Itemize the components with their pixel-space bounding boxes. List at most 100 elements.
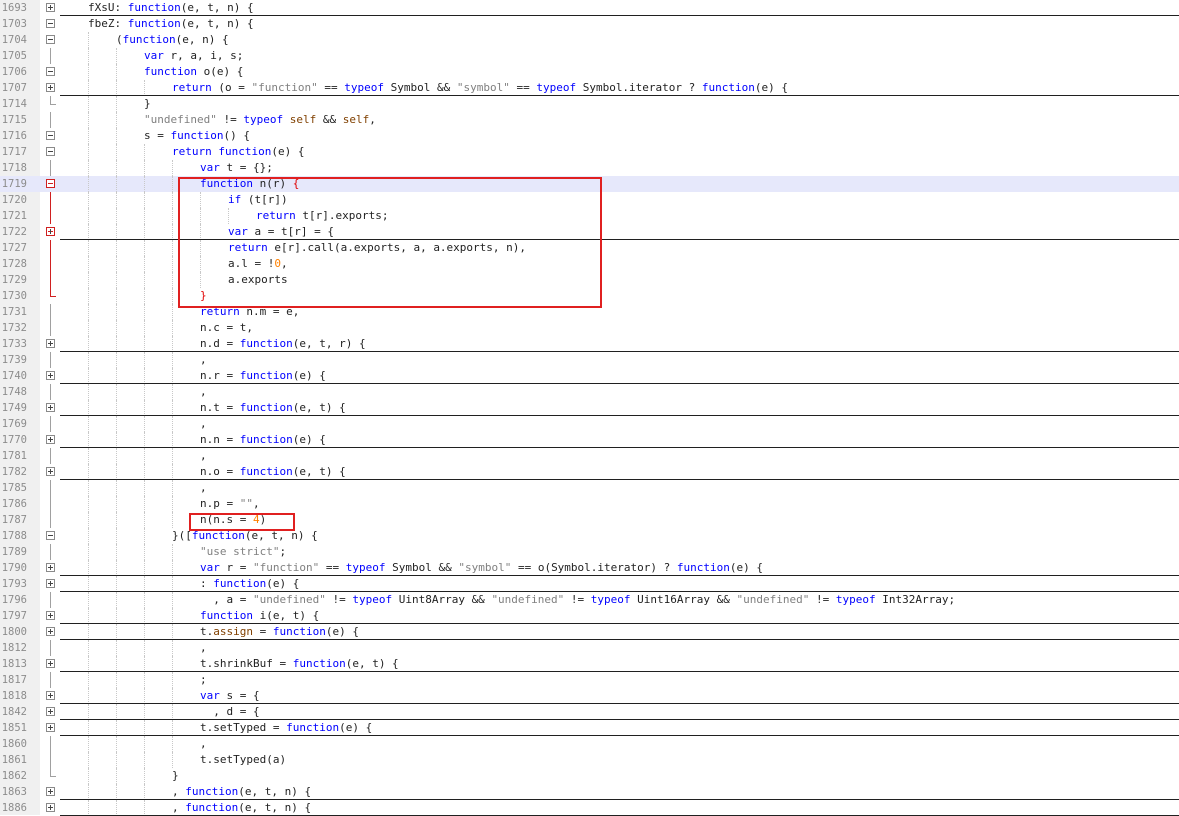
expand-fold-icon[interactable] xyxy=(46,371,55,380)
indent-guide xyxy=(116,768,117,784)
code-line: 1693 fXsU: function(e, t, n) { xyxy=(0,0,1179,16)
indent-guide xyxy=(116,576,117,592)
indent-guide xyxy=(144,240,145,256)
expand-fold-icon[interactable] xyxy=(46,435,55,444)
expand-fold-icon[interactable] xyxy=(46,611,55,620)
code-text[interactable]: ; xyxy=(200,672,207,688)
code-text[interactable]: , xyxy=(200,480,207,496)
code-text[interactable]: t.shrinkBuf = function(e, t) { xyxy=(200,656,399,672)
indent-guide xyxy=(116,560,117,576)
code-text[interactable]: t.setTyped = function(e) { xyxy=(200,720,372,736)
code-text[interactable]: : function(e) { xyxy=(200,576,299,592)
collapse-fold-icon[interactable] xyxy=(46,67,55,76)
code-text[interactable]: , xyxy=(200,384,207,400)
code-text[interactable]: n.t = function(e, t) { xyxy=(200,400,346,416)
code-text[interactable]: n.n = function(e) { xyxy=(200,432,326,448)
code-text[interactable]: , xyxy=(200,448,207,464)
expand-fold-icon[interactable] xyxy=(46,563,55,572)
code-text[interactable]: t.assign = function(e) { xyxy=(200,624,359,640)
code-text[interactable]: , xyxy=(200,736,207,752)
indent-guide xyxy=(144,544,145,560)
expand-fold-icon[interactable] xyxy=(46,467,55,476)
code-text[interactable]: s = function() { xyxy=(144,128,250,144)
line-number: 1800 xyxy=(1,626,27,638)
code-text[interactable]: } xyxy=(172,768,179,784)
expand-fold-icon[interactable] xyxy=(46,83,55,92)
collapse-fold-icon[interactable] xyxy=(46,179,55,188)
expand-fold-icon[interactable] xyxy=(46,579,55,588)
code-token: Uint16Array && xyxy=(630,593,737,606)
code-text[interactable]: , function(e, t, n) { xyxy=(172,784,311,800)
code-text[interactable]: var r, a, i, s; xyxy=(144,48,243,64)
code-text[interactable]: , xyxy=(200,352,207,368)
code-text[interactable]: function i(e, t) { xyxy=(200,608,319,624)
code-text[interactable]: function o(e) { xyxy=(144,64,243,80)
code-text[interactable]: fbeZ: function(e, t, n) { xyxy=(88,16,254,32)
code-text[interactable]: return function(e) { xyxy=(172,144,304,160)
code-text[interactable]: n.p = "", xyxy=(200,496,260,512)
code-text[interactable]: n.r = function(e) { xyxy=(200,368,326,384)
expand-fold-icon[interactable] xyxy=(46,707,55,716)
indent-guide xyxy=(144,80,145,96)
expand-fold-icon[interactable] xyxy=(46,803,55,812)
code-text[interactable]: n.c = t, xyxy=(200,320,253,336)
code-text[interactable]: , d = { xyxy=(200,704,259,720)
line-number: 1860 xyxy=(1,738,27,750)
indent-guide xyxy=(144,256,145,272)
code-token: (e, t, n) { xyxy=(238,785,312,798)
code-text[interactable]: fXsU: function(e, t, n) { xyxy=(88,0,254,16)
code-editor[interactable]: 1693 fXsU: function(e, t, n) {1703 fbeZ: f… xyxy=(0,0,1179,816)
code-text[interactable]: n.d = function(e, t, r) { xyxy=(200,336,366,352)
line-number: 1731 xyxy=(1,306,27,318)
collapse-fold-icon[interactable] xyxy=(46,531,55,540)
code-text[interactable]: var r = "function" == typeof Symbol && "… xyxy=(200,560,763,576)
code-text[interactable]: , xyxy=(200,640,207,656)
code-text[interactable]: var t = {}; xyxy=(200,160,273,176)
indent-guide xyxy=(172,720,173,736)
indent-guide xyxy=(88,448,89,464)
code-line: 1796 , a = "undefined" != typeof Uint8Ar… xyxy=(0,592,1179,608)
expand-fold-icon[interactable] xyxy=(46,723,55,732)
code-text[interactable]: , xyxy=(200,416,207,432)
indent-guide xyxy=(172,208,173,224)
indent-guide xyxy=(144,352,145,368)
code-token: function xyxy=(239,433,293,446)
code-token: Int32Array; xyxy=(875,593,956,606)
collapse-fold-icon[interactable] xyxy=(46,131,55,140)
expand-fold-icon[interactable] xyxy=(46,403,55,412)
code-text[interactable]: n.o = function(e, t) { xyxy=(200,464,346,480)
code-text[interactable]: , a = "undefined" != typeof Uint8Array &… xyxy=(200,592,955,608)
expand-fold-icon[interactable] xyxy=(46,339,55,348)
indent-guide xyxy=(144,448,145,464)
collapse-fold-icon[interactable] xyxy=(46,19,55,28)
indent-guide xyxy=(172,400,173,416)
expand-fold-icon[interactable] xyxy=(46,787,55,796)
indent-guide xyxy=(88,784,89,800)
code-text[interactable]: "use strict"; xyxy=(200,544,286,560)
fold-line xyxy=(50,496,51,512)
indent-guide xyxy=(144,672,145,688)
expand-fold-icon[interactable] xyxy=(46,3,55,12)
indent-guide xyxy=(144,384,145,400)
code-text[interactable]: } xyxy=(144,96,151,112)
code-token: (e, t, n) { xyxy=(238,801,312,814)
expand-fold-icon[interactable] xyxy=(46,227,55,236)
collapse-fold-icon[interactable] xyxy=(46,147,55,156)
line-number: 1720 xyxy=(1,194,27,206)
collapse-fold-icon[interactable] xyxy=(46,35,55,44)
code-text[interactable]: t.setTyped(a) xyxy=(200,752,286,768)
code-text[interactable]: (function(e, n) { xyxy=(116,32,229,48)
indent-guide xyxy=(116,496,117,512)
indent-guide xyxy=(144,704,145,720)
code-line: 1769, xyxy=(0,416,1179,432)
code-text[interactable]: , function(e, t, n) { xyxy=(172,800,311,816)
code-text[interactable]: var s = { xyxy=(200,688,260,704)
code-text[interactable]: return (o = "function" == typeof Symbol … xyxy=(172,80,788,96)
code-text[interactable]: "undefined" != typeof self && self, xyxy=(144,112,376,128)
indent-guide xyxy=(172,336,173,352)
expand-fold-icon[interactable] xyxy=(46,691,55,700)
expand-fold-icon[interactable] xyxy=(46,659,55,668)
indent-guide xyxy=(88,544,89,560)
expand-fold-icon[interactable] xyxy=(46,627,55,636)
code-token: (e, t) { xyxy=(292,401,346,414)
